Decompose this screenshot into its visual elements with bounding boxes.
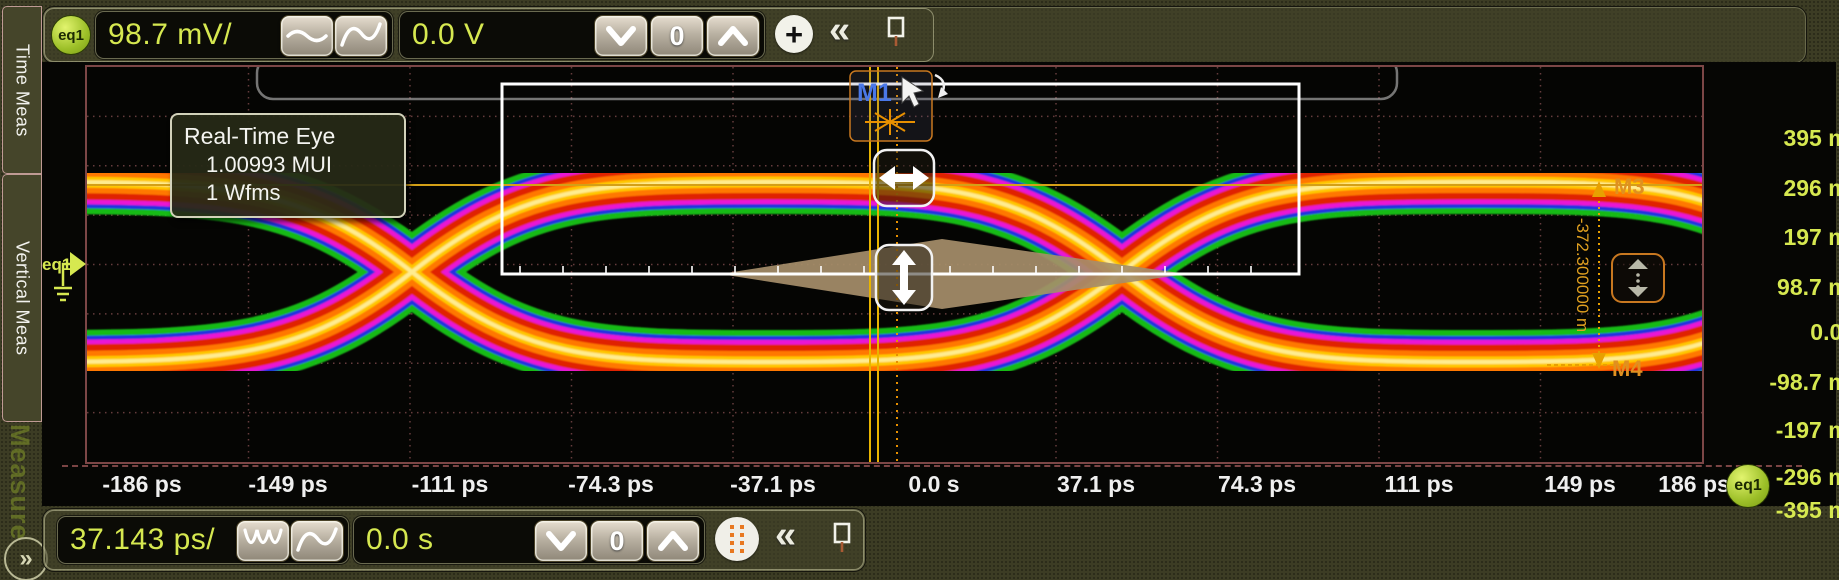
tab-time-meas[interactable]: Time Meas <box>2 6 42 174</box>
x-axis-label: -186 ps <box>87 471 197 501</box>
x-axis-label: 74.3 ps <box>1202 471 1312 501</box>
plot-panel: M1 <box>42 62 1836 506</box>
vertical-drag-handle[interactable] <box>876 245 932 310</box>
double-chevron-left-icon: « <box>829 9 850 51</box>
vertical-scale-value: 98.7 mV/ <box>108 12 232 58</box>
zoom-out-time-button[interactable] <box>290 520 344 562</box>
add-button[interactable]: + <box>775 15 813 53</box>
horizontal-drag-handle[interactable] <box>874 150 934 206</box>
chevron-up-icon <box>649 523 697 559</box>
x-axis-eq1-label: eq1 <box>1734 477 1762 495</box>
small-wave-icon <box>283 18 331 54</box>
offset-down-button[interactable] <box>594 15 648 57</box>
y-axis-label: 0.0 V <box>1712 319 1839 349</box>
channel-eq1-label: eq1 <box>58 27 84 44</box>
plus-icon: + <box>785 19 803 50</box>
stretched-wave-icon <box>293 523 341 559</box>
m4-label: M4 <box>1612 356 1643 381</box>
delta-value-label: -372.300000 m <box>1573 218 1592 332</box>
double-chevron-right-icon: » <box>19 545 32 573</box>
m3-label: M3 <box>1614 174 1645 199</box>
m1-marker-flag[interactable]: M1 <box>850 71 948 141</box>
realtime-eye-tooltip: Real-Time Eye 1.00993 MUI 1 Wfms <box>170 113 406 218</box>
x-axis-label: 111 ps <box>1364 471 1474 501</box>
collapse-toolbar-button[interactable]: « <box>775 516 796 554</box>
double-chevron-left-icon: « <box>775 514 796 556</box>
x-axis-eq1-badge[interactable]: eq1 <box>1726 464 1770 508</box>
marker-delta-handle[interactable] <box>1612 254 1664 302</box>
tooltip-title: Real-Time Eye <box>184 123 398 150</box>
vertical-offset-value: 0.0 V <box>412 12 485 58</box>
horizontal-scale-field[interactable]: 37.143 ps/ <box>57 516 349 564</box>
x-axis-label: -111 ps <box>395 471 505 501</box>
tab-vertical-meas[interactable]: Vertical Meas <box>2 174 42 422</box>
horizontal-position-value: 0.0 s <box>366 517 434 563</box>
pin-icon <box>883 15 909 49</box>
x-axis-label: 0.0 s <box>879 471 989 501</box>
chevron-up-icon <box>709 18 757 54</box>
horizontal-position-field[interactable]: 0.0 s 0 <box>353 516 705 564</box>
y-axis-label: 395 mV <box>1712 125 1839 155</box>
pin-toolbar-button[interactable] <box>883 15 909 54</box>
position-left-button[interactable] <box>534 520 588 562</box>
pin-icon <box>829 521 855 555</box>
y-axis-label: 98.7 mV <box>1712 274 1839 304</box>
large-wave-icon <box>337 18 385 54</box>
position-right-button[interactable] <box>646 520 700 562</box>
increase-amplitude-button[interactable] <box>334 15 388 57</box>
channel-eq1-badge[interactable]: eq1 <box>51 15 91 55</box>
y-axis-label: 296 mV <box>1712 175 1839 205</box>
y-axis-label: -98.7 mV <box>1712 369 1839 399</box>
tooltip-mui-value: 1.00993 MUI <box>184 152 398 178</box>
x-axis-label: -37.1 ps <box>718 471 828 501</box>
chevron-down-icon <box>537 523 585 559</box>
chevron-down-icon <box>597 18 645 54</box>
tooltip-wfms-value: 1 Wfms <box>184 180 398 206</box>
axis-separator <box>62 465 1802 467</box>
collapse-toolbar-button[interactable]: « <box>829 11 850 49</box>
horizontal-scale-value: 37.143 ps/ <box>70 517 215 563</box>
vertical-scale-field[interactable]: 98.7 mV/ <box>95 11 393 59</box>
zoom-in-time-button[interactable] <box>236 520 290 562</box>
zero-label: 0 <box>609 526 624 557</box>
tab-vertical-meas-label: Vertical Meas <box>12 241 33 356</box>
x-axis-label: -74.3 ps <box>556 471 666 501</box>
y-axis-label: 197 mV <box>1712 224 1839 254</box>
oscilloscope-screen: Time Meas Vertical Meas Measure » eq1 98… <box>0 0 1839 580</box>
m1-label: M1 <box>857 79 892 107</box>
x-axis-label: 149 ps <box>1525 471 1635 501</box>
vertical-scale-toolbar: eq1 98.7 mV/ 0.0 V 0 <box>42 6 1807 64</box>
horizontal-scale-toolbar: 37.143 ps/ 0.0 s 0 <box>42 508 866 572</box>
level-arrow-icon <box>70 252 86 276</box>
offset-zero-button[interactable]: 0 <box>650 15 704 57</box>
x-axis-label: 37.1 ps <box>1041 471 1151 501</box>
decrease-amplitude-button[interactable] <box>280 15 334 57</box>
zero-label: 0 <box>669 21 684 52</box>
eq1-ground-marker[interactable]: eq1 <box>42 240 88 306</box>
pin-toolbar-button[interactable] <box>829 521 855 560</box>
tab-time-meas-label: Time Meas <box>12 44 33 137</box>
compressed-wave-icon <box>239 523 287 559</box>
dotted-cursors-icon <box>717 519 757 559</box>
markers-button[interactable] <box>715 517 759 561</box>
offset-up-button[interactable] <box>706 15 760 57</box>
x-axis-label: -149 ps <box>233 471 343 501</box>
vertical-offset-field[interactable]: 0.0 V 0 <box>399 11 765 59</box>
y-axis-label: -395 mV <box>1712 497 1839 527</box>
y-axis-label: -197 mV <box>1712 417 1839 447</box>
position-zero-button[interactable]: 0 <box>590 520 644 562</box>
